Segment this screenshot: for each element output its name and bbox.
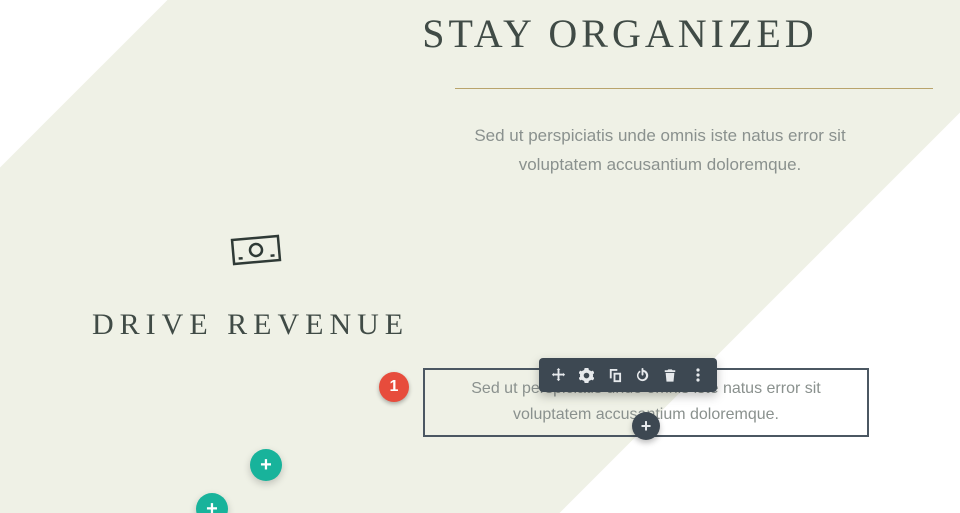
power-icon[interactable] (629, 362, 655, 388)
module-toolbar (539, 358, 717, 392)
duplicate-icon[interactable] (601, 362, 627, 388)
money-icon (227, 230, 285, 270)
drive-revenue-title: DRIVE REVENUE (92, 308, 409, 342)
title-divider (455, 88, 933, 89)
gear-icon[interactable] (573, 362, 599, 388)
move-icon[interactable] (545, 362, 571, 388)
add-row-button[interactable]: + (250, 449, 282, 481)
trash-icon[interactable] (657, 362, 683, 388)
add-module-button[interactable]: + (632, 412, 660, 440)
more-icon[interactable] (685, 362, 711, 388)
stay-organized-body: Sed ut perspiciatis unde omnis iste natu… (440, 122, 880, 180)
annotation-step-1: 1 (379, 372, 409, 402)
stay-organized-title: STAY ORGANIZED (310, 10, 930, 57)
